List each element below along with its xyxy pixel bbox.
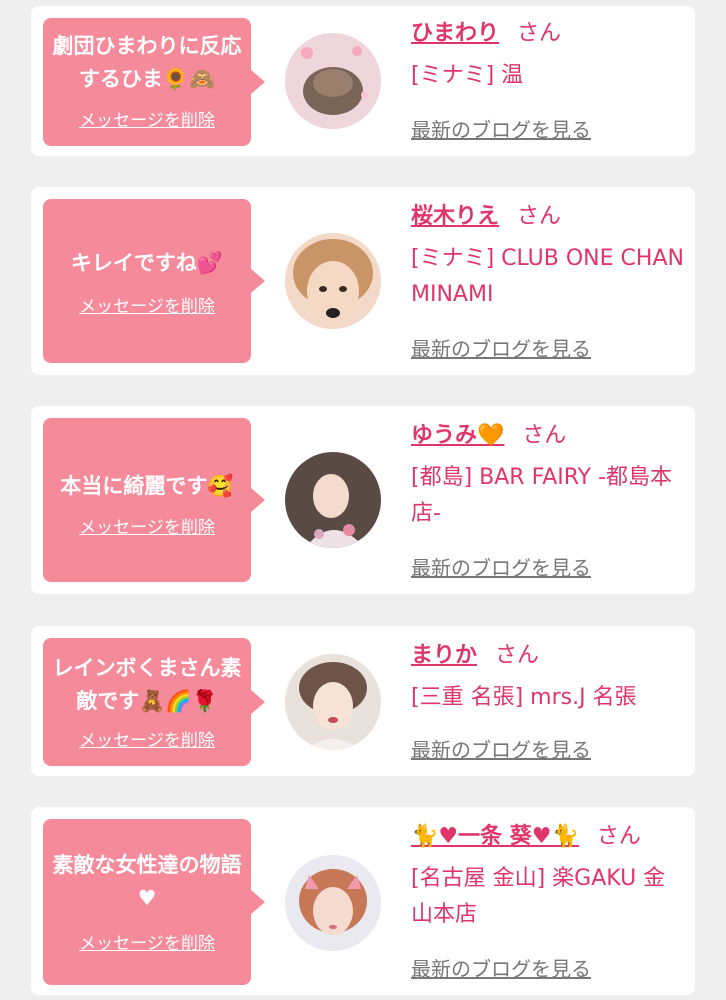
cast-info: まりか さん [三重 名張] mrs.J 名張 [411, 640, 687, 716]
latest-blog-link[interactable]: 最新のブログを見る [411, 333, 591, 362]
avatar[interactable] [285, 33, 381, 129]
cast-info: ゆうみ🧡 さん [都島] BAR FAIRY -都島本店- [411, 420, 687, 532]
message-text: 劇団ひまわりに反応するひま🌻🙈 [52, 34, 242, 91]
latest-blog-link[interactable]: 最新のブログを見る [411, 734, 591, 763]
message-card: レインボくまさん素敵です🧸🌈🌹 メッセージを削除 まりか さん [三重 名張] m… [31, 626, 695, 776]
shop-name: [ミナミ] CLUB ONE CHAN MINAMI [411, 246, 684, 307]
cast-info: 桜木りえ さん [ミナミ] CLUB ONE CHAN MINAMI [411, 201, 687, 313]
cast-info: ひまわり さん [ミナミ] 温 [411, 18, 687, 94]
delete-message-link[interactable]: メッセージを削除 [79, 106, 215, 131]
shop-name: [都島] BAR FAIRY -都島本店- [411, 465, 673, 526]
latest-blog-link[interactable]: 最新のブログを見る [411, 114, 591, 143]
honorific: さん [517, 204, 562, 229]
cast-info: 🐈♥一条 葵♥🐈 さん [名古屋 金山] 楽GAKU 金山本店 [411, 821, 687, 933]
shop-name: [三重 名張] mrs.J 名張 [411, 685, 637, 710]
message-text: キレイですね💕 [70, 251, 224, 275]
message-bubble: 素敵な女性達の物語♥ メッセージを削除 [43, 819, 265, 985]
message-text: 素敵な女性達の物語♥ [52, 853, 242, 910]
shop-name: [ミナミ] 温 [411, 63, 524, 88]
avatar[interactable] [285, 654, 381, 750]
delete-message-link[interactable]: メッセージを削除 [79, 929, 215, 954]
honorific: さん [522, 423, 567, 448]
delete-message-link[interactable]: メッセージを削除 [79, 726, 215, 751]
avatar[interactable] [285, 855, 381, 951]
message-list: 劇団ひまわりに反応するひま🌻🙈 メッセージを削除 ひまわり さん [ミナミ] 温 … [0, 0, 726, 1000]
message-bubble: キレイですね💕 メッセージを削除 [43, 199, 265, 363]
message-card: 劇団ひまわりに反応するひま🌻🙈 メッセージを削除 ひまわり さん [ミナミ] 温 … [31, 6, 695, 156]
delete-message-link[interactable]: メッセージを削除 [79, 513, 215, 538]
message-text: レインボくまさん素敵です🧸🌈🌹 [52, 656, 242, 713]
latest-blog-link[interactable]: 最新のブログを見る [411, 552, 591, 581]
message-text: 本当に綺麗です🥰 [60, 474, 234, 498]
honorific: さん [517, 21, 562, 46]
cast-name-link[interactable]: まりか [411, 643, 477, 668]
message-bubble: 劇団ひまわりに反応するひま🌻🙈 メッセージを削除 [43, 18, 265, 146]
cast-name-link[interactable]: 🐈♥一条 葵♥🐈 [411, 824, 579, 849]
shop-name: [名古屋 金山] 楽GAKU 金山本店 [411, 866, 666, 927]
latest-blog-link[interactable]: 最新のブログを見る [411, 953, 591, 982]
cast-name-link[interactable]: ゆうみ🧡 [411, 423, 504, 448]
message-card: キレイですね💕 メッセージを削除 桜木りえ さん [ミナミ] CLUB ONE C… [31, 187, 695, 375]
honorific: さん [596, 824, 641, 849]
message-bubble: 本当に綺麗です🥰 メッセージを削除 [43, 418, 265, 582]
avatar[interactable] [285, 452, 381, 548]
message-card: 本当に綺麗です🥰 メッセージを削除 ゆうみ🧡 さん [都島] BAR FAIRY … [31, 406, 695, 594]
avatar[interactable] [285, 233, 381, 329]
delete-message-link[interactable]: メッセージを削除 [79, 292, 215, 317]
cast-name-link[interactable]: ひまわり [411, 21, 499, 46]
honorific: さん [495, 643, 540, 668]
cast-name-link[interactable]: 桜木りえ [411, 204, 499, 229]
message-card: 素敵な女性達の物語♥ メッセージを削除 🐈♥一条 葵♥🐈 さん [名古屋 金山] … [31, 807, 695, 995]
message-bubble: レインボくまさん素敵です🧸🌈🌹 メッセージを削除 [43, 638, 265, 766]
